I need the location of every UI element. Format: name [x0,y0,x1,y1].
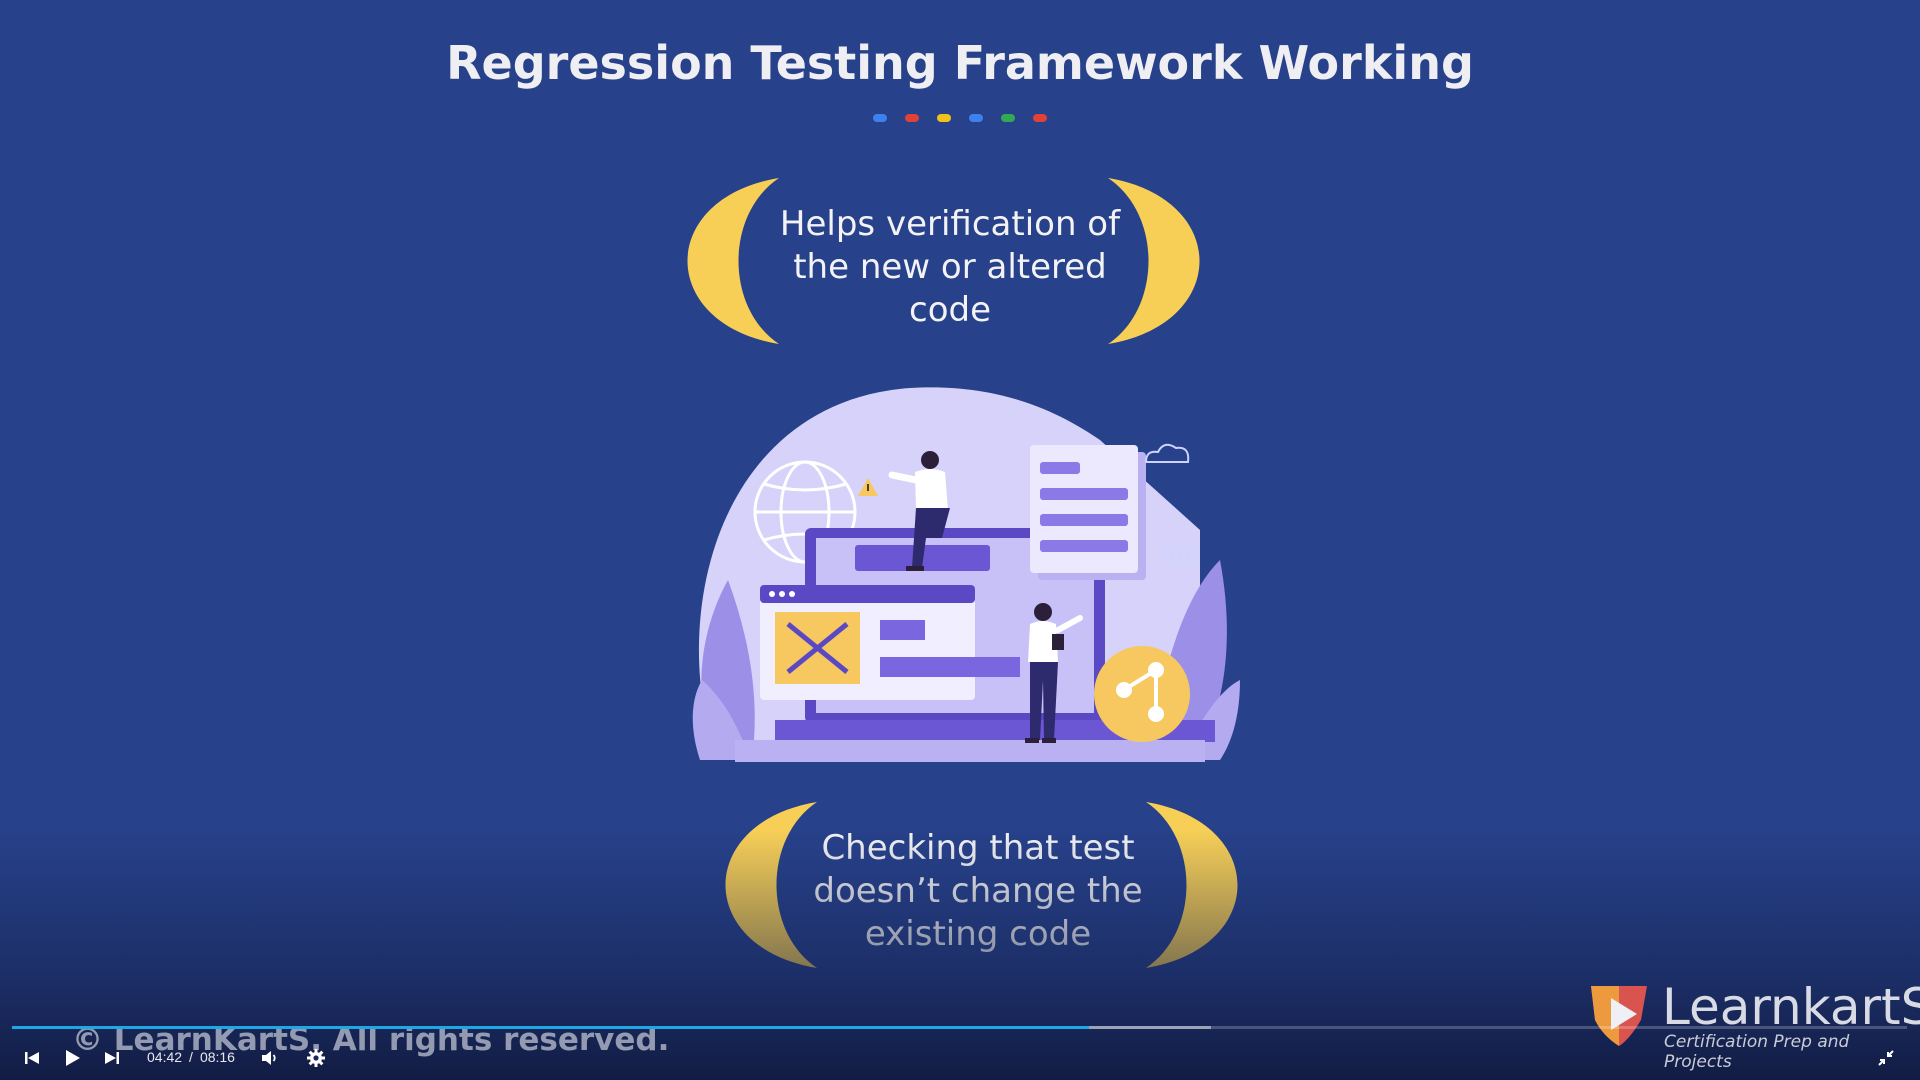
next-button[interactable] [98,1044,126,1072]
dot-1 [873,114,887,122]
fullscreen-button[interactable] [1872,1044,1900,1072]
cloud-icon [1144,443,1190,463]
settings-button[interactable] [302,1044,330,1072]
point-line: existing code [864,914,1092,954]
point-line: Checking that test [821,828,1135,868]
point-verification: Helps verification of the new or altered… [730,203,1170,332]
time-display: 04:42 / 08:16 [147,1049,235,1065]
duration: 08:16 [199,1049,235,1065]
fullscreen-exit-icon [1878,1050,1894,1066]
decorative-dots [0,114,1920,122]
testing-illustration [692,387,1240,762]
play-icon [66,1050,80,1066]
skip-next-icon [105,1052,119,1064]
volume-button[interactable] [256,1044,284,1072]
volume-icon [262,1051,276,1065]
share-icon [1094,646,1190,742]
gear-icon [307,1049,325,1067]
video-frame[interactable]: Regression Testing Framework Working Hel… [0,0,1920,1080]
skip-previous-icon [25,1052,39,1064]
dot-6 [1033,114,1047,122]
dot-3 [937,114,951,122]
point-line: Helps verification of [779,204,1121,244]
document-icon [1030,445,1146,580]
dot-2 [905,114,919,122]
point-line: the new or altered [793,247,1107,287]
point-line: doesn’t change the [813,871,1143,911]
point-no-change: Checking that test doesn’t change the ex… [768,827,1188,956]
dot-5 [1001,114,1015,122]
time-separator: / [189,1049,193,1065]
learnkarts-logo-icon [1591,986,1647,1046]
slide-title: Regression Testing Framework Working [446,36,1474,90]
progress-played [12,1026,1090,1029]
progress-bar[interactable] [12,1026,1907,1029]
point-line: code [909,290,991,330]
current-time: 04:42 [147,1049,183,1065]
previous-button[interactable] [18,1044,46,1072]
dot-4 [969,114,983,122]
play-button[interactable] [58,1044,86,1072]
